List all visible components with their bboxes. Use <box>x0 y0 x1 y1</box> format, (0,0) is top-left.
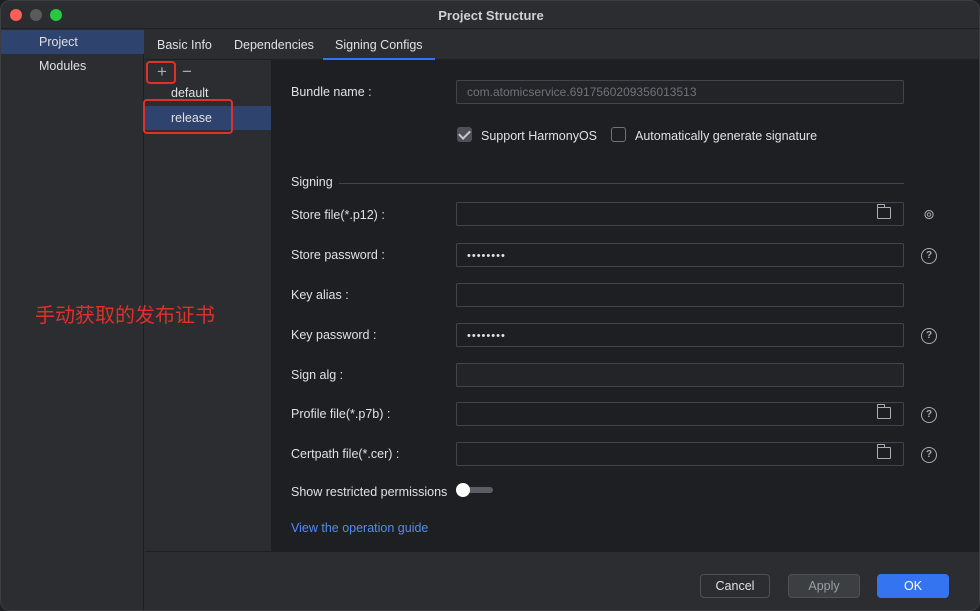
key-password-field[interactable]: •••••••• <box>456 323 904 347</box>
tab-dependencies[interactable]: Dependencies <box>222 30 326 60</box>
cancel-button[interactable]: Cancel <box>700 574 770 598</box>
key-password-value: •••••••• <box>467 330 506 342</box>
window-title: Project Structure <box>438 8 544 23</box>
restricted-permissions-toggle[interactable] <box>456 483 493 497</box>
store-file-field[interactable] <box>456 202 904 226</box>
fingerprint-icon[interactable]: ⊚ <box>921 206 937 222</box>
tab-bar: Basic Info Dependencies Signing Configs <box>145 30 979 60</box>
project-structure-dialog: Project Structure Project Modules Basic … <box>0 0 980 611</box>
store-password-label: Store password : <box>291 248 385 262</box>
support-harmonyos-checkbox[interactable] <box>457 127 472 142</box>
folder-icon[interactable] <box>876 204 891 219</box>
section-divider <box>339 183 904 184</box>
certpath-file-label: Certpath file(*.cer) : <box>291 447 400 461</box>
dialog-footer: Cancel Apply OK <box>145 551 979 610</box>
operation-guide-link[interactable]: View the operation guide <box>291 521 428 535</box>
help-icon[interactable]: ? <box>921 407 937 423</box>
auto-signature-label: Automatically generate signature <box>635 129 818 143</box>
sign-alg-field <box>456 363 904 387</box>
signing-configs-list: + − default release <box>145 60 271 610</box>
annotation-box-add <box>146 61 176 84</box>
nav-item-modules[interactable]: Modules <box>1 54 144 78</box>
bundle-name-field: com.atomicservice.6917560209356013513 <box>456 80 904 104</box>
title-bar: Project Structure <box>1 1 979 29</box>
restricted-permissions-label: Show restricted permissions <box>291 485 448 499</box>
help-icon[interactable]: ? <box>921 248 937 264</box>
apply-button[interactable]: Apply <box>788 574 860 598</box>
tab-basic-info[interactable]: Basic Info <box>145 30 224 60</box>
key-alias-field[interactable] <box>456 283 904 307</box>
store-password-field[interactable]: •••••••• <box>456 243 904 267</box>
support-harmonyos-label: Support HarmonyOS <box>481 129 598 143</box>
help-icon[interactable]: ? <box>921 328 937 344</box>
folder-icon[interactable] <box>876 404 891 419</box>
annotation-text: 手动获取的发布证书 <box>35 303 215 327</box>
minus-icon[interactable]: − <box>176 62 198 82</box>
signing-config-form: Bundle name : com.atomicservice.69175602… <box>271 60 979 551</box>
nav-item-project[interactable]: Project <box>1 30 144 54</box>
profile-file-label: Profile file(*.p7b) : <box>291 407 391 421</box>
help-icon[interactable]: ? <box>921 447 937 463</box>
store-password-value: •••••••• <box>467 250 506 262</box>
store-file-label: Store file(*.p12) : <box>291 208 385 222</box>
bundle-name-label: Bundle name : <box>291 85 372 99</box>
folder-icon[interactable] <box>876 444 891 459</box>
annotation-box-release <box>143 99 233 134</box>
key-alias-label: Key alias : <box>291 288 349 302</box>
certpath-file-field[interactable] <box>456 442 904 466</box>
toggle-knob[interactable] <box>456 483 470 497</box>
signing-section-title: Signing <box>291 175 333 189</box>
auto-signature-checkbox[interactable] <box>611 127 626 142</box>
profile-file-field[interactable] <box>456 402 904 426</box>
ok-button[interactable]: OK <box>877 574 949 598</box>
sign-alg-label: Sign alg : <box>291 368 344 382</box>
key-password-label: Key password : <box>291 328 377 342</box>
tab-signing-configs[interactable]: Signing Configs <box>323 30 435 60</box>
